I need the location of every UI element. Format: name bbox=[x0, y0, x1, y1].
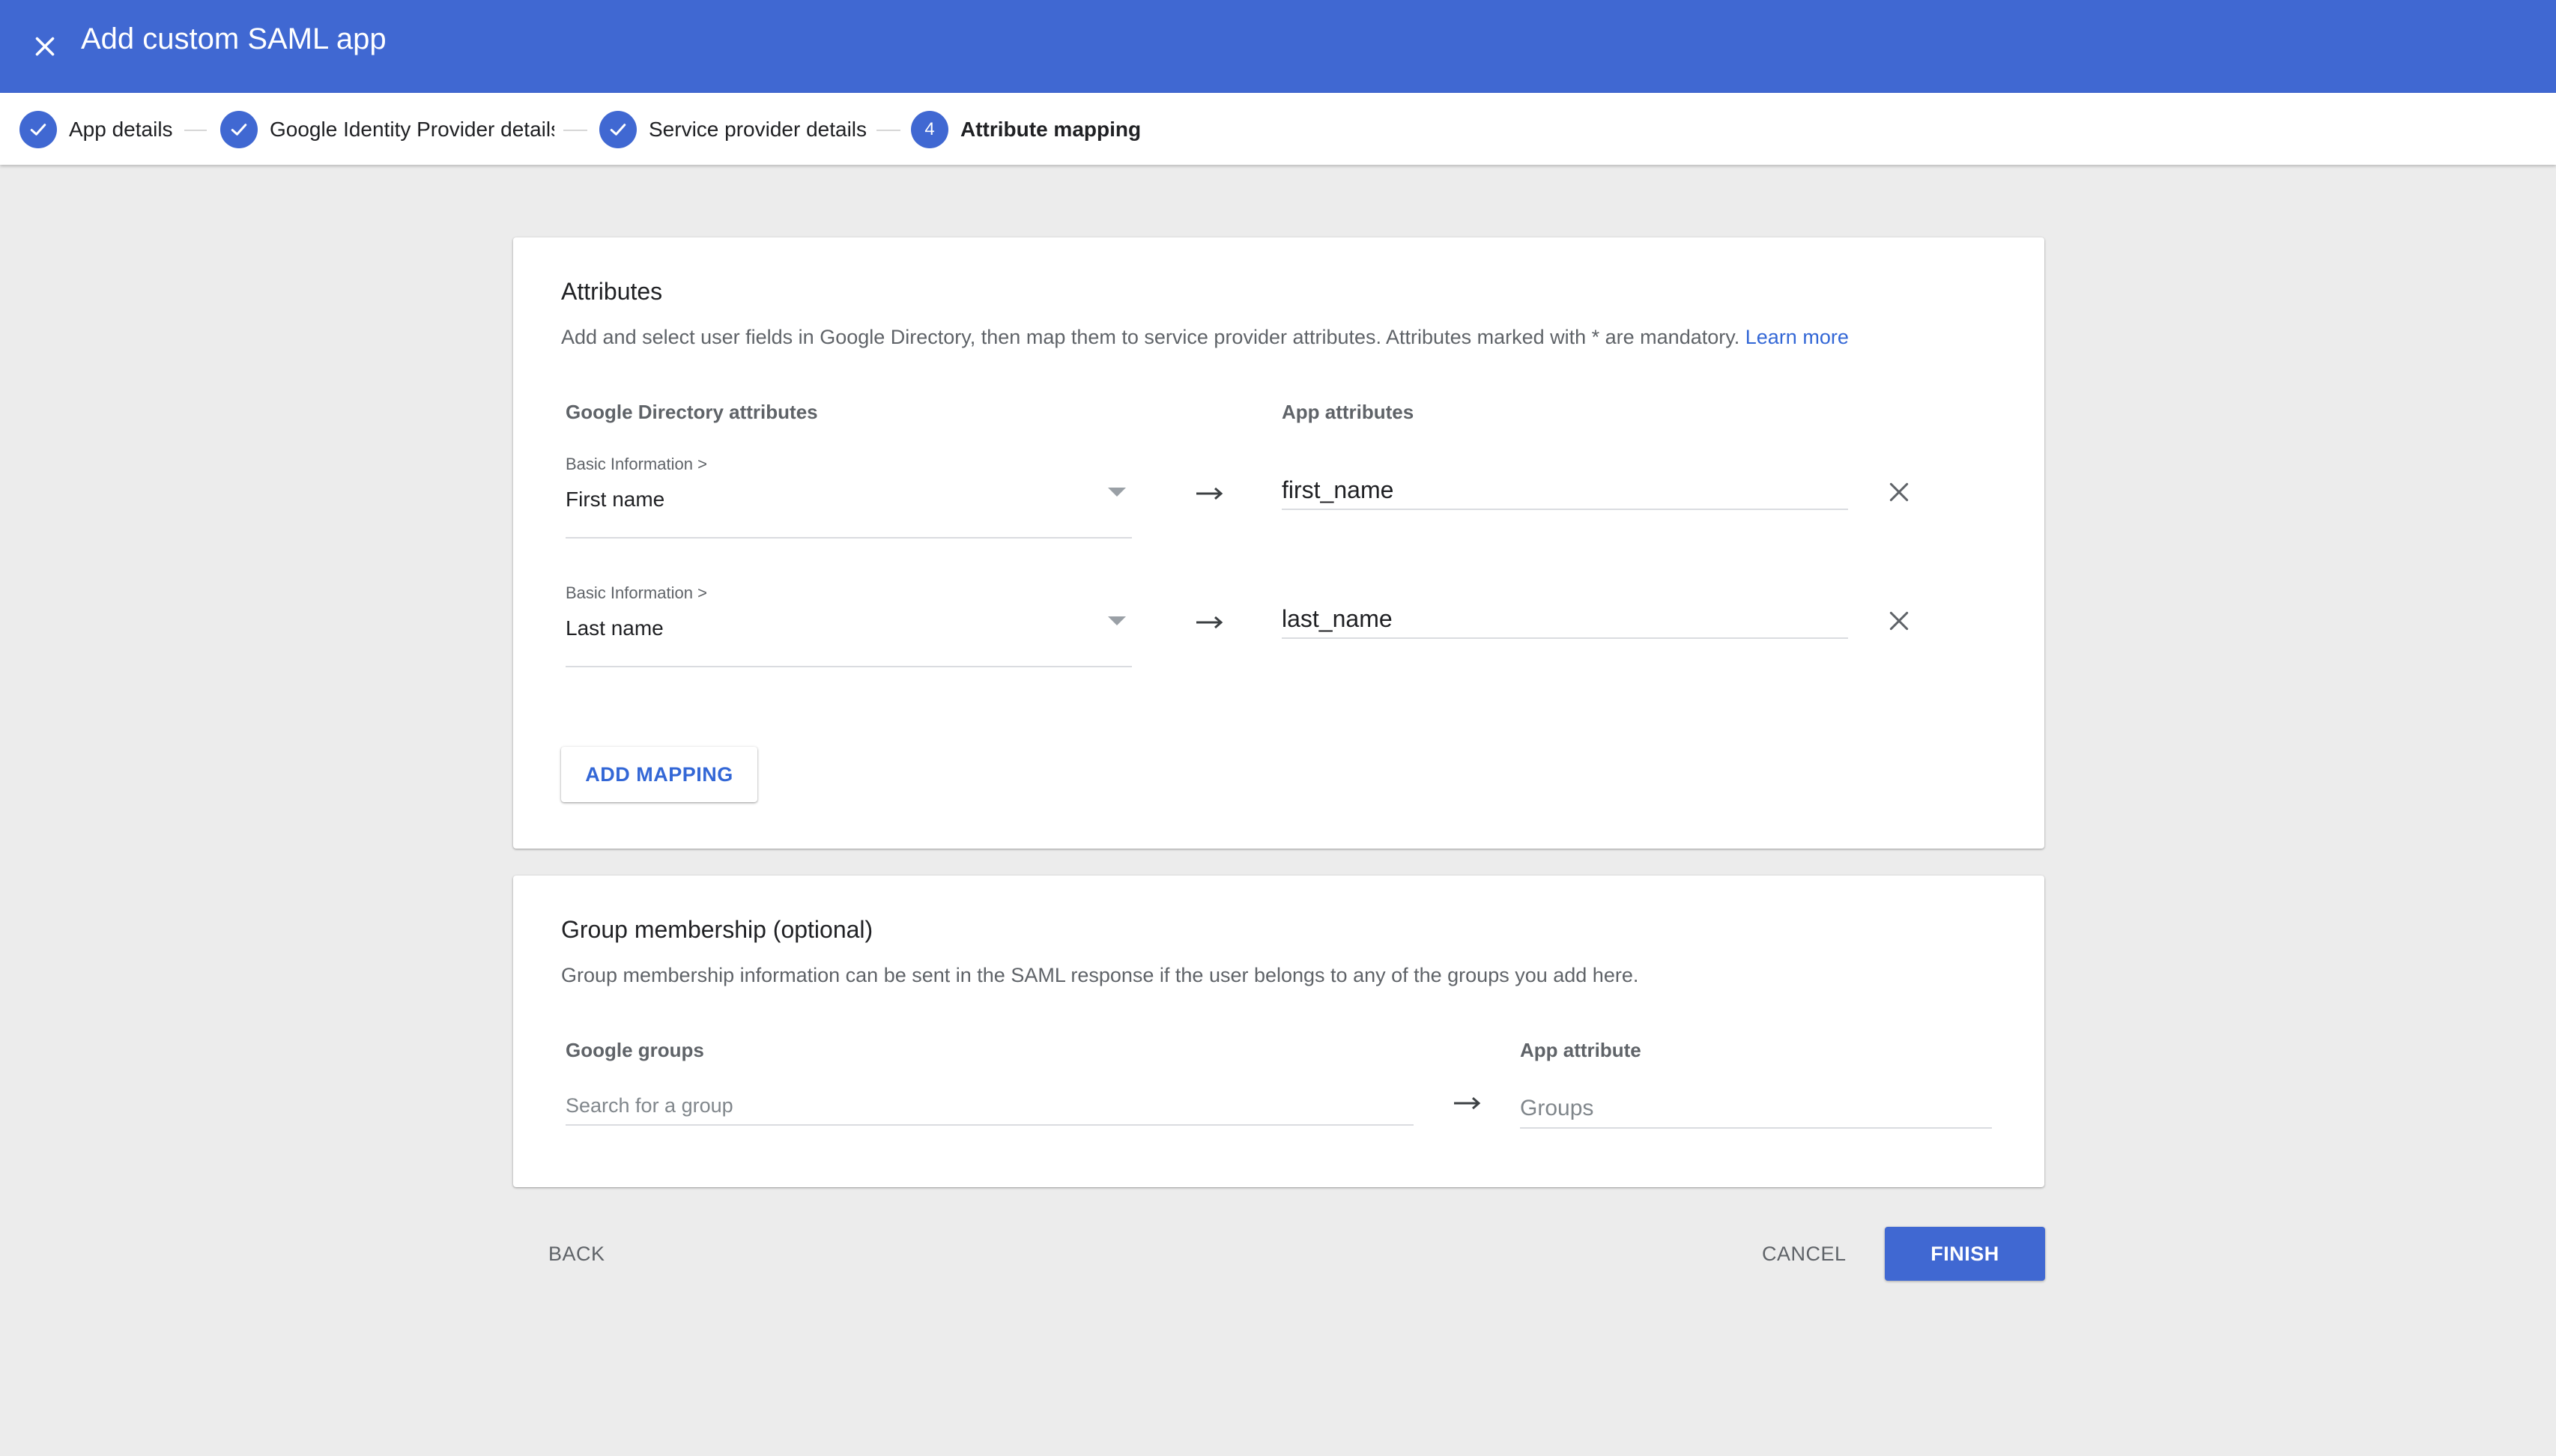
finish-button[interactable]: FINISH bbox=[1885, 1227, 2045, 1281]
attribute-field: Last name bbox=[566, 616, 664, 640]
step-label: Google Identity Provider details bbox=[270, 118, 554, 141]
page-title: Add custom SAML app bbox=[81, 22, 387, 55]
group-search-input[interactable] bbox=[566, 1087, 1414, 1126]
attribute-category: Basic Information > bbox=[566, 455, 707, 473]
check-icon bbox=[220, 111, 258, 148]
group-app-attribute-input[interactable] bbox=[1520, 1090, 1992, 1129]
remove-mapping-button[interactable] bbox=[1881, 603, 1917, 639]
step-app-details[interactable]: App details bbox=[19, 111, 173, 148]
close-icon bbox=[1889, 611, 1909, 631]
step-connector bbox=[563, 130, 587, 131]
attributes-description-text: Add and select user fields in Google Dir… bbox=[561, 326, 1740, 348]
close-icon bbox=[35, 37, 55, 56]
group-membership-description: Group membership information can be sent… bbox=[561, 964, 1639, 986]
step-google-idp-details[interactable]: Google Identity Provider details bbox=[220, 111, 554, 148]
back-button[interactable]: BACK bbox=[544, 1236, 610, 1272]
check-icon bbox=[19, 111, 57, 148]
step-service-provider-details[interactable]: Service provider details bbox=[599, 111, 867, 148]
attribute-field: First name bbox=[566, 488, 665, 511]
step-label: App details bbox=[69, 118, 173, 141]
step-label: Attribute mapping bbox=[960, 118, 1142, 141]
app-attributes-header: App attributes bbox=[1282, 401, 1414, 423]
dropdown-arrow-icon bbox=[1108, 488, 1126, 497]
directory-attributes-header: Google Directory attributes bbox=[566, 401, 818, 423]
close-button[interactable] bbox=[15, 16, 75, 76]
step-attribute-mapping[interactable]: 4 Attribute mapping bbox=[911, 111, 1141, 148]
arrow-right-icon bbox=[1196, 487, 1223, 500]
close-icon bbox=[1889, 482, 1909, 502]
stepper: App details Google Identity Provider det… bbox=[0, 93, 2556, 165]
app-bar: Add custom SAML app bbox=[0, 0, 2556, 93]
step-label: Service provider details bbox=[649, 118, 867, 141]
google-groups-header: Google groups bbox=[566, 1039, 704, 1061]
app-attribute-input[interactable] bbox=[1282, 471, 1848, 510]
group-membership-card: Group membership (optional) Group member… bbox=[513, 876, 2044, 1187]
step-connector bbox=[876, 130, 900, 131]
remove-mapping-button[interactable] bbox=[1881, 474, 1917, 510]
attributes-title: Attributes bbox=[561, 278, 663, 305]
dropdown-arrow-icon bbox=[1108, 616, 1126, 625]
learn-more-link[interactable]: Learn more bbox=[1745, 326, 1849, 348]
app-attribute-input[interactable] bbox=[1282, 600, 1848, 639]
attributes-card: Attributes Add and select user fields in… bbox=[513, 237, 2044, 849]
add-mapping-button[interactable]: ADD MAPPING bbox=[561, 747, 757, 802]
directory-attribute-select[interactable]: Basic Information > First name bbox=[566, 455, 1132, 539]
app-attribute-header: App attribute bbox=[1520, 1039, 1641, 1061]
arrow-right-icon bbox=[1196, 616, 1223, 629]
step-number: 4 bbox=[911, 111, 948, 148]
group-membership-title: Group membership (optional) bbox=[561, 916, 873, 943]
arrow-right-icon bbox=[1454, 1096, 1481, 1110]
attributes-description: Add and select user fields in Google Dir… bbox=[561, 326, 1849, 349]
step-connector bbox=[184, 130, 207, 131]
cancel-button[interactable]: CANCEL bbox=[1757, 1236, 1851, 1272]
directory-attribute-select[interactable]: Basic Information > Last name bbox=[566, 583, 1132, 667]
check-icon bbox=[599, 111, 637, 148]
attribute-category: Basic Information > bbox=[566, 583, 707, 602]
